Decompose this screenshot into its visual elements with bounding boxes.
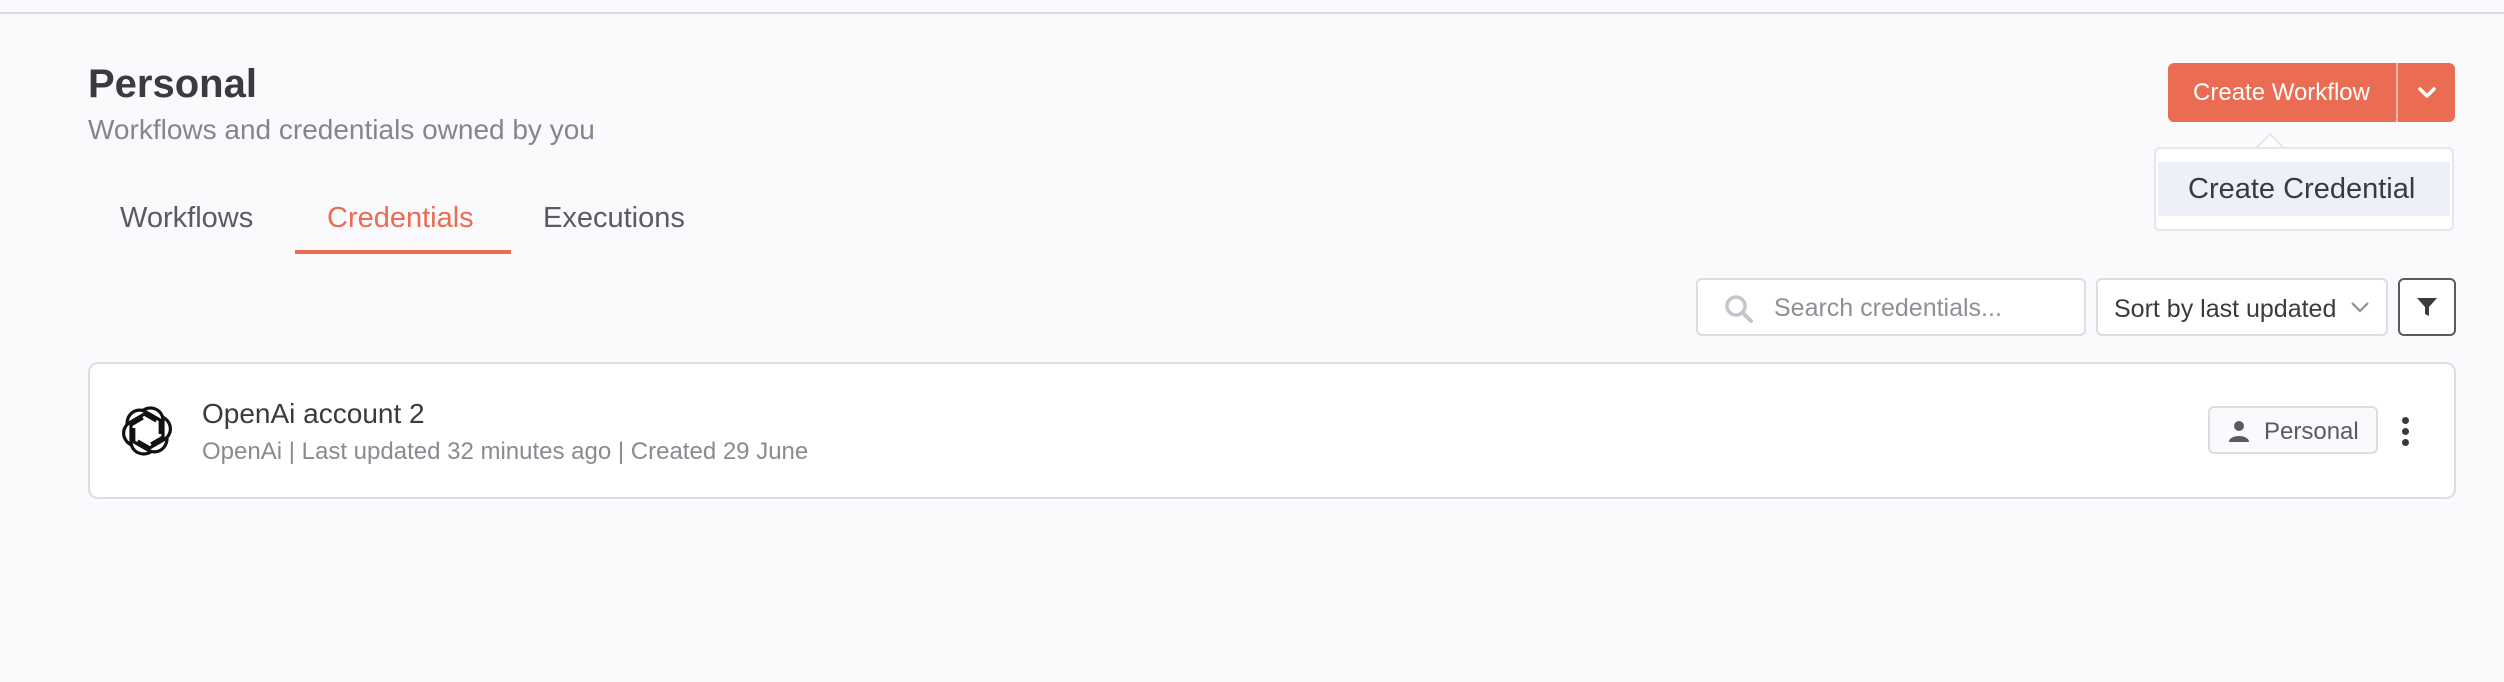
chevron-down-icon	[2417, 86, 2436, 98]
tab-credentials[interactable]: Credentials	[327, 202, 474, 235]
menu-dot	[2401, 438, 2409, 446]
page-subtitle: Workflows and credentials owned by you	[88, 114, 595, 145]
user-icon	[2229, 421, 2249, 442]
page-title: Personal	[88, 62, 257, 106]
openai-logo-icon	[122, 406, 172, 456]
credential-type: OpenAi	[202, 438, 283, 465]
menu-dot	[2401, 427, 2409, 435]
search-box	[1696, 278, 2086, 336]
menu-dot	[2401, 416, 2409, 424]
credential-name: OpenAi account 2	[202, 398, 425, 429]
owner-badge: Personal	[2208, 406, 2378, 454]
credential-created: Created 29 June	[630, 438, 809, 465]
sort-select-value: Sort by last updated	[2114, 295, 2337, 323]
owner-label: Personal	[2264, 418, 2359, 445]
credential-meta: OpenAi | Last updated 32 minutes ago | C…	[202, 438, 808, 466]
active-tab-indicator	[295, 250, 511, 254]
tab-executions[interactable]: Executions	[543, 202, 685, 235]
top-divider	[0, 12, 2504, 14]
credential-last-updated: Last updated 32 minutes ago	[301, 438, 612, 465]
meta-separator: |	[288, 438, 302, 465]
filter-button[interactable]	[2398, 278, 2456, 336]
more-actions-icon[interactable]	[2390, 406, 2420, 456]
sort-select[interactable]: Sort by last updated	[2096, 278, 2388, 336]
create-credential-menu-item[interactable]: Create Credential	[2158, 162, 2450, 216]
filter-icon	[2417, 298, 2437, 316]
meta-separator: |	[617, 438, 631, 465]
chevron-down-icon	[2351, 302, 2369, 313]
tab-workflows[interactable]: Workflows	[120, 202, 253, 235]
credential-card[interactable]: OpenAi account 2 OpenAi | Last updated 3…	[88, 362, 2456, 499]
create-workflow-button[interactable]: Create Workflow	[2168, 63, 2395, 122]
search-input[interactable]	[1772, 280, 2076, 336]
search-icon	[1725, 295, 1753, 323]
create-options-toggle[interactable]	[2398, 63, 2455, 122]
create-workflow-split-button: Create Workflow	[2168, 63, 2455, 122]
